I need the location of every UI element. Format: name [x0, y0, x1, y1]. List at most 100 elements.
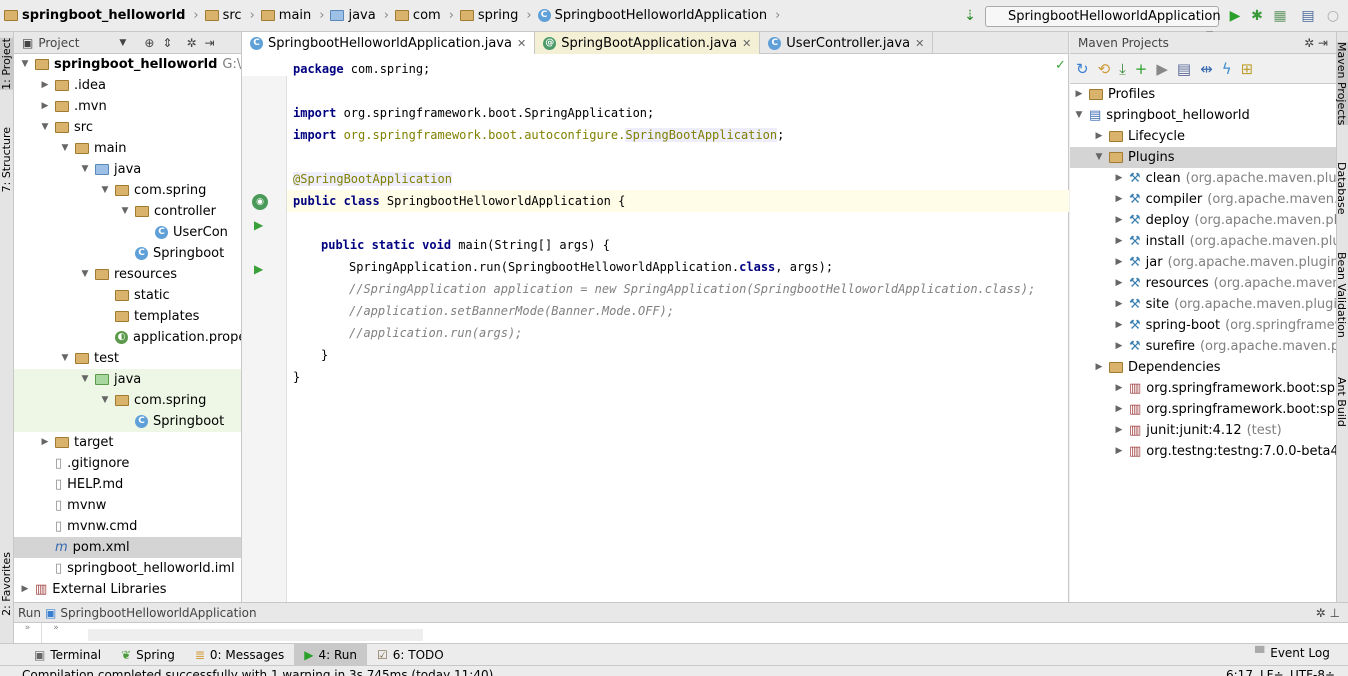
tab-project[interactable]: 1: Project: [0, 38, 14, 90]
chevron-right-icon[interactable]: ▶: [1114, 189, 1124, 210]
tree-item[interactable]: ▼ com.spring: [14, 180, 241, 201]
tree-item[interactable]: ▼ test: [14, 348, 241, 369]
expand-icon[interactable]: »: [14, 623, 42, 643]
maven-tree-item[interactable]: ▼ ▤ springboot_helloworld: [1070, 105, 1336, 126]
tool-window-spring[interactable]: ❦ Spring: [111, 644, 185, 666]
run-goal-icon[interactable]: ▶: [1156, 60, 1168, 78]
execute-goal-icon[interactable]: ▤: [1177, 60, 1191, 78]
tree-item[interactable]: ▯ .gitignore: [14, 453, 241, 474]
maven-tree-item[interactable]: ▶ ⚒ site (org.apache.maven.plugins:: [1070, 294, 1336, 315]
maven-tree-item[interactable]: ▶ Profiles: [1070, 84, 1336, 105]
tree-item[interactable]: ▯ springboot_helloworld.iml: [14, 558, 241, 579]
maven-tree-item[interactable]: ▶ ▥ org.springframework.boot:sprin: [1070, 399, 1336, 420]
breadcrumb-item[interactable]: C SpringbootHelloworldApplication ›: [537, 8, 780, 23]
event-log-button[interactable]: ▀ Event Log: [1255, 646, 1330, 660]
maven-tree-item[interactable]: ▶ ⚒ clean (org.apache.maven.plugin: [1070, 168, 1336, 189]
chevron-right-icon[interactable]: ▶: [20, 579, 30, 600]
tree-item[interactable]: static: [14, 285, 241, 306]
chevron-right-icon[interactable]: ▶: [1114, 168, 1124, 189]
spring-bean-icon[interactable]: ◉: [252, 194, 268, 210]
sort-icon[interactable]: ⇣: [962, 8, 978, 24]
chevron-right-icon[interactable]: ▶: [40, 75, 50, 96]
breadcrumb-item[interactable]: com ›: [394, 8, 454, 23]
tree-item[interactable]: ▶ ▥ External Libraries: [14, 579, 241, 600]
chevron-down-icon[interactable]: ▼: [80, 159, 90, 180]
gear-icon[interactable]: ✲ ⇥: [1304, 36, 1328, 50]
caret-position[interactable]: 6:17: [1226, 666, 1253, 676]
tree-item[interactable]: C Springboot: [14, 411, 241, 432]
editor[interactable]: C SpringbootHelloworldApplication.java ✕ @ S…: [242, 32, 1069, 624]
tree-item[interactable]: ▯ mvnw: [14, 495, 241, 516]
chevron-down-icon[interactable]: ▼: [80, 369, 90, 390]
tab-database[interactable]: Database: [1335, 162, 1348, 215]
tree-item[interactable]: ▶ .mvn: [14, 96, 241, 117]
tree-item[interactable]: ▼ java: [14, 159, 241, 180]
chevron-right-icon[interactable]: ▶: [1114, 420, 1124, 441]
tree-item[interactable]: C UserCon: [14, 222, 241, 243]
tree-item[interactable]: ▶ target: [14, 432, 241, 453]
chevron-right-icon[interactable]: ▶: [1114, 273, 1124, 294]
locate-icon[interactable]: ⊕: [144, 36, 154, 50]
tree-item[interactable]: m pom.xml: [14, 537, 241, 558]
tree-item[interactable]: ▼ main: [14, 138, 241, 159]
chevron-down-icon[interactable]: ▼: [120, 201, 130, 222]
encoding[interactable]: UTF-8÷: [1290, 666, 1335, 676]
chevron-right-icon[interactable]: ▶: [1094, 357, 1104, 378]
chevron-right-icon[interactable]: ▶: [1114, 315, 1124, 336]
maven-tree-item[interactable]: ▶ ⚒ compiler (org.apache.maven.plu: [1070, 189, 1336, 210]
chevron-down-icon[interactable]: ▼: [119, 38, 126, 48]
tool-window-todo[interactable]: ☑ 6: TODO: [367, 644, 454, 666]
tree-item[interactable]: templates: [14, 306, 241, 327]
tab-ant-build[interactable]: Ant Build: [1335, 377, 1348, 427]
chevron-down-icon[interactable]: ▼: [1094, 147, 1104, 168]
breadcrumb-item[interactable]: src ›: [204, 8, 255, 23]
tab-favorites[interactable]: 2: Favorites: [0, 552, 14, 616]
chevron-right-icon[interactable]: ▶: [1114, 294, 1124, 315]
tab-bean-validation[interactable]: Bean Validation: [1335, 252, 1348, 338]
tree-item[interactable]: C Springboot: [14, 243, 241, 264]
debug-icon[interactable]: ✱: [1249, 8, 1265, 24]
chevron-down-icon[interactable]: ▼: [20, 54, 30, 75]
project-view-select[interactable]: Project: [38, 36, 79, 50]
generate-sources-icon[interactable]: ⟲: [1098, 60, 1111, 78]
tab-maven-projects[interactable]: Maven Projects: [1335, 42, 1348, 126]
add-icon[interactable]: +: [1135, 60, 1148, 78]
maven-tree-item[interactable]: ▶ ⚒ install (org.apache.maven.plugin: [1070, 231, 1336, 252]
skip-tests-icon[interactable]: ϟ: [1222, 60, 1232, 78]
tree-item[interactable]: ▼ com.spring: [14, 390, 241, 411]
run-icon[interactable]: ▶: [1227, 8, 1243, 24]
gear-icon[interactable]: ✲ ⊥: [1316, 606, 1340, 620]
run-config-name[interactable]: SpringbootHelloworldApplication: [60, 606, 256, 620]
maven-tree-item[interactable]: ▶ ⚒ resources (org.apache.maven.pl: [1070, 273, 1336, 294]
breadcrumb-item[interactable]: main ›: [260, 8, 324, 23]
tree-item[interactable]: ◐ application.proper: [14, 327, 241, 348]
chevron-right-icon[interactable]: ▶: [1074, 84, 1084, 105]
maven-tree-item[interactable]: ▶ ⚒ deploy (org.apache.maven.plug: [1070, 210, 1336, 231]
chevron-down-icon[interactable]: ▼: [60, 138, 70, 159]
maven-tree-item[interactable]: ▶ ⚒ spring-boot (org.springframewo: [1070, 315, 1336, 336]
chevron-down-icon[interactable]: ▼: [100, 180, 110, 201]
chevron-down-icon[interactable]: ▼: [1074, 105, 1084, 126]
maven-tree-item[interactable]: ▶ ⚒ jar (org.apache.maven.plugins:m: [1070, 252, 1336, 273]
maven-tree-item[interactable]: ▶ ▥ junit:junit:4.12 (test): [1070, 420, 1336, 441]
line-separator[interactable]: LF÷: [1260, 666, 1284, 676]
chevron-down-icon[interactable]: ▼: [40, 117, 50, 138]
tool-window-terminal[interactable]: ▣ Terminal: [24, 644, 111, 666]
expand-icon[interactable]: »: [42, 623, 70, 643]
chevron-down-icon[interactable]: ▼: [60, 348, 70, 369]
maven-tree-item[interactable]: ▶ ⚒ surefire (org.apache.maven.plug: [1070, 336, 1336, 357]
chevron-right-icon[interactable]: ▶: [1094, 126, 1104, 147]
breadcrumb-item[interactable]: java ›: [330, 8, 389, 23]
close-icon[interactable]: ✕: [517, 37, 526, 50]
tree-item[interactable]: ▼ resources: [14, 264, 241, 285]
tree-item[interactable]: ▶ .idea: [14, 75, 241, 96]
project-structure-icon[interactable]: ▤: [1300, 8, 1316, 24]
breadcrumb-item[interactable]: springboot_helloworld ›: [4, 8, 199, 23]
maven-tree-item[interactable]: ▶ Dependencies: [1070, 357, 1336, 378]
breadcrumb-item[interactable]: spring ›: [459, 8, 532, 23]
chevron-right-icon[interactable]: ▶: [1114, 252, 1124, 273]
chevron-right-icon[interactable]: ▶: [40, 432, 50, 453]
tree-item[interactable]: ▯ mvnw.cmd: [14, 516, 241, 537]
collapse-icon[interactable]: ⇕: [162, 36, 172, 50]
coverage-icon[interactable]: ▦: [1272, 8, 1288, 24]
